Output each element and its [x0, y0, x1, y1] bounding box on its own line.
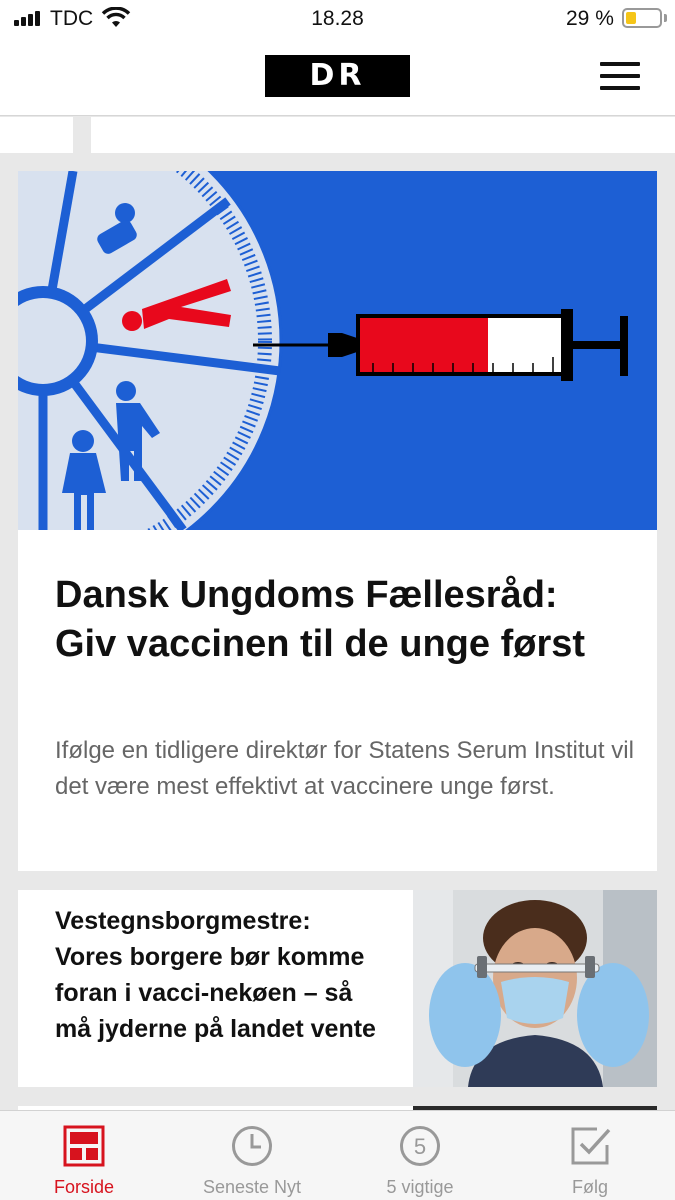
- tab-forside[interactable]: Forside: [0, 1111, 168, 1200]
- front-page-icon: [63, 1125, 105, 1167]
- battery-percent: 29 %: [566, 7, 614, 30]
- vaccine-priority-illustration: [18, 171, 657, 530]
- five-circle-icon: 5: [400, 1126, 440, 1166]
- tab-label: 5 vigtige: [386, 1177, 454, 1197]
- checkbox-icon: [571, 1127, 611, 1165]
- section-strip: [0, 117, 675, 153]
- status-bar: TDC 18.28 29 %: [0, 0, 675, 40]
- tab-seneste-nyt[interactable]: Seneste Nyt: [168, 1111, 336, 1200]
- tab-label: Seneste Nyt: [202, 1177, 302, 1197]
- article-lead: Ifølge en tidligere direktør for Statens…: [55, 737, 634, 800]
- article-thumbnail: [413, 890, 657, 1087]
- hamburger-menu-icon[interactable]: [598, 58, 642, 94]
- clock-icon: [232, 1126, 272, 1166]
- tab-label: Forside: [53, 1177, 115, 1197]
- battery-icon: [622, 8, 662, 28]
- tab-label: Følg: [572, 1177, 608, 1197]
- article-hero-image: [18, 171, 657, 530]
- svg-text:5: 5: [414, 1134, 426, 1159]
- article-headline[interactable]: Dansk Ungdoms Fællesråd: Giv vaccinen ti…: [55, 571, 625, 669]
- logo-text: DR: [309, 58, 366, 93]
- bottom-tab-bar: Forside Seneste Nyt 5 5 vigtige Følg: [0, 1110, 675, 1200]
- tab-5-vigtige[interactable]: 5 5 vigtige: [336, 1111, 504, 1200]
- person-with-vaccine-vial-photo: [413, 890, 657, 1087]
- tab-folg[interactable]: Følg: [506, 1111, 674, 1200]
- article-card-main[interactable]: Dansk Ungdoms Fællesråd: Giv vaccinen ti…: [18, 171, 657, 871]
- article-card-secondary[interactable]: Vestegnsborgmestre: Vores borgere bør ko…: [18, 890, 657, 1087]
- dr-logo[interactable]: DR: [265, 55, 410, 97]
- article-headline[interactable]: Vestegnsborgmestre: Vores borgere bør ko…: [55, 903, 385, 1047]
- app-header: DR: [0, 40, 675, 116]
